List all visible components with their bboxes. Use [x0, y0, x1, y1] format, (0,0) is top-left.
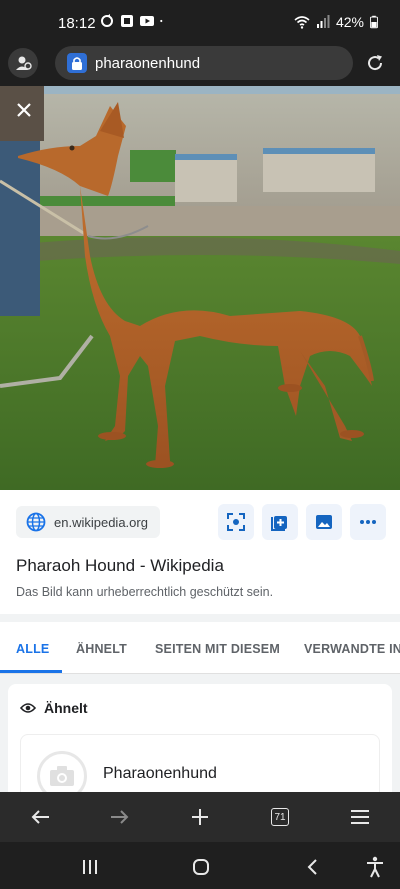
lens-icon — [227, 513, 245, 531]
youtube-icon — [140, 16, 154, 26]
battery-icon — [370, 15, 378, 29]
result-panel: en.wikipedia.org Pharaoh Hound - Wikiped… — [0, 490, 400, 804]
lens-search-badge — [67, 53, 87, 73]
battery-percent: 42% — [335, 14, 364, 30]
dot-icon — [160, 19, 163, 23]
forward-button[interactable] — [100, 797, 140, 837]
divider — [0, 614, 400, 622]
search-query: pharaonenhund — [95, 54, 201, 72]
status-right: 42% — [294, 14, 378, 30]
pharaoh-hound-photo — [0, 86, 400, 490]
wifi-icon — [294, 16, 310, 29]
chevron-left-icon — [307, 859, 317, 875]
tab-verwandte-inhalte[interactable]: VERWANDTE INH — [304, 642, 400, 656]
similar-card: Ähnelt Pharaonenhund — [8, 684, 392, 804]
similar-item-label: Pharaonenhund — [103, 765, 217, 782]
reload-icon — [368, 55, 383, 71]
globe-icon — [26, 512, 46, 532]
more-options-button[interactable] — [350, 504, 386, 540]
add-to-collection-icon — [271, 516, 287, 531]
back-arrow-icon — [31, 810, 49, 824]
close-image-button[interactable] — [10, 96, 38, 124]
lock-icon — [72, 57, 82, 70]
tab-seiten-mit-diesem[interactable]: SEITEN MIT DIESEM — [155, 642, 280, 656]
home-icon — [193, 859, 209, 875]
reload-button[interactable] — [362, 50, 388, 76]
system-back-button[interactable] — [300, 854, 326, 880]
profile-icon — [16, 56, 32, 70]
recent-apps-button[interactable] — [77, 854, 103, 880]
result-image[interactable] — [0, 86, 400, 490]
lens-search-button[interactable] — [218, 504, 254, 540]
source-chip[interactable]: en.wikipedia.org — [16, 506, 160, 538]
recent-apps-icon — [83, 860, 97, 874]
source-domain: en.wikipedia.org — [54, 514, 148, 530]
address-bar[interactable]: pharaonenhund — [55, 46, 353, 80]
app-notification-icon — [121, 15, 133, 27]
close-icon — [17, 103, 31, 117]
eye-icon — [20, 703, 36, 713]
tabs-icon: 71 — [271, 808, 289, 826]
profile-button[interactable] — [8, 48, 38, 78]
camera-icon — [50, 766, 74, 786]
tab-alle[interactable]: ALLE — [16, 642, 49, 656]
active-tab-indicator — [0, 670, 62, 673]
sync-icon — [101, 14, 113, 27]
similar-heading: Ähnelt — [20, 700, 88, 716]
result-tabs: ALLE ÄHNELT SEITEN MIT DIESEM VERWANDTE … — [0, 622, 400, 674]
similar-heading-label: Ähnelt — [44, 700, 88, 716]
forward-arrow-icon — [111, 810, 129, 824]
system-navigation-bar — [0, 842, 400, 889]
home-button[interactable] — [188, 854, 214, 880]
menu-icon — [351, 810, 369, 824]
image-icon — [316, 515, 332, 529]
result-title[interactable]: Pharaoh Hound - Wikipedia — [16, 556, 224, 576]
accessibility-icon — [367, 856, 383, 878]
accessibility-button[interactable] — [362, 854, 388, 880]
copyright-note: Das Bild kann urheberrechtlich geschützt… — [16, 585, 274, 599]
signal-icon — [316, 15, 330, 28]
browser-toolbar: pharaonenhund — [0, 46, 400, 84]
menu-button[interactable] — [340, 797, 380, 837]
add-to-collection-button[interactable] — [262, 504, 298, 540]
status-time: 18:12 — [58, 15, 96, 32]
back-button[interactable] — [20, 797, 60, 837]
tab-aehnelt[interactable]: ÄHNELT — [76, 642, 127, 656]
tabs-button[interactable]: 71 — [260, 797, 300, 837]
notification-icons — [100, 14, 166, 28]
new-tab-button[interactable] — [180, 797, 220, 837]
more-icon — [360, 520, 376, 524]
browser-bottom-bar: 71 — [0, 792, 400, 842]
plus-icon — [192, 809, 208, 825]
open-image-button[interactable] — [306, 504, 342, 540]
result-actions — [218, 504, 386, 540]
status-bar: 18:12 42% — [0, 0, 400, 46]
